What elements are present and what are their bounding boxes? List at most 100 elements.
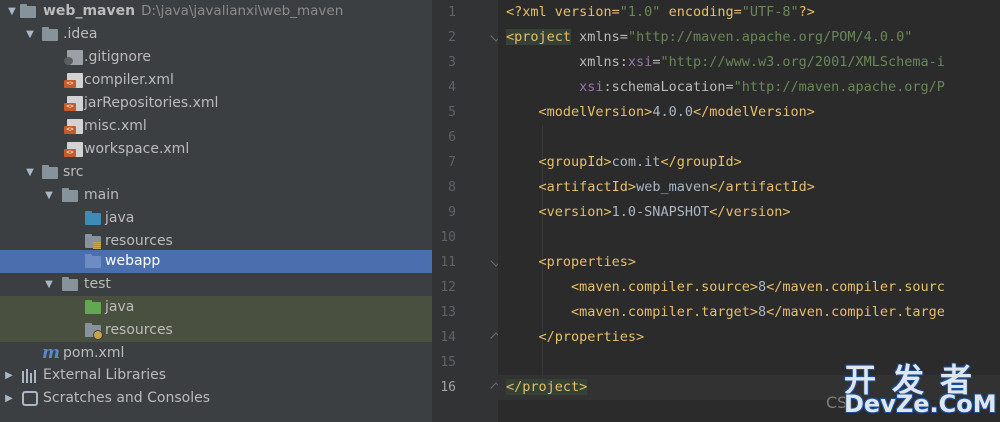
module-path: D:\java\javalianxi\web_maven	[141, 3, 344, 19]
line-number: 11	[440, 255, 456, 270]
code-token: :schemaLocation=	[603, 79, 734, 95]
code-token: </project>	[506, 379, 588, 395]
gitignore-file-icon	[64, 50, 83, 65]
test-source-folder-icon	[85, 300, 101, 315]
code-token: 8	[757, 279, 767, 295]
code-line[interactable]: xmlns:xsi="http://www.w3.org/2001/XMLSch…	[498, 50, 1000, 75]
code-token: </modelVersion>	[692, 104, 815, 120]
tree-item-test-java[interactable]: java	[0, 296, 432, 319]
test-resources-folder-icon	[85, 323, 103, 340]
code-line[interactable]	[498, 125, 1000, 150]
code-token: </properties>	[538, 329, 645, 345]
tree-item-web-maven[interactable]: ▼ web_maven D:\java\javalianxi\web_maven	[0, 0, 432, 23]
code-line[interactable]: <properties>	[498, 250, 1000, 275]
code-token: 1.0-SNAPSHOT	[611, 204, 710, 220]
chevron-down-icon[interactable]: ▼	[43, 184, 55, 207]
module-folder-icon	[20, 4, 36, 19]
code-token: "http://maven.apache.org/P	[733, 79, 945, 95]
code-token: web_maven	[636, 179, 710, 195]
code-token: xsi	[627, 54, 653, 70]
xml-file-icon: <>	[64, 119, 83, 134]
code-token: <maven.compiler.source>	[571, 279, 758, 295]
folder-icon	[85, 254, 101, 269]
tree-item-label: test	[84, 276, 111, 292]
code-line[interactable]	[498, 225, 1000, 250]
line-number: 9	[448, 205, 456, 220]
line-number: 10	[440, 230, 456, 245]
tree-item-idea[interactable]: ▼ .idea	[0, 23, 432, 46]
chevron-down-icon[interactable]: ▼	[24, 161, 36, 184]
code-token: <?xml version=	[506, 4, 620, 20]
code-line[interactable]: </properties>	[498, 325, 1000, 350]
tree-item-label: pom.xml	[63, 345, 125, 361]
tree-item-main-java[interactable]: java	[0, 207, 432, 230]
code-token: <maven.compiler.target>	[571, 304, 758, 320]
line-number: 14	[440, 330, 456, 345]
tree-item-external-libraries[interactable]: ▶ External Libraries	[0, 364, 432, 387]
project-tree-panel: ▼ web_maven D:\java\javalianxi\web_maven …	[0, 0, 432, 422]
code-token: 8	[757, 304, 767, 320]
code-line[interactable]: <version>1.0-SNAPSHOT</version>	[498, 200, 1000, 225]
tree-item-label: java	[105, 210, 135, 226]
tree-item-scratches[interactable]: ▶ Scratches and Consoles	[0, 387, 432, 410]
line-number: 5	[448, 105, 456, 120]
library-icon	[22, 368, 38, 383]
code-line[interactable]: <maven.compiler.target>8</maven.compiler…	[498, 300, 1000, 325]
chevron-down-icon[interactable]: ▼	[24, 23, 36, 46]
source-folder-icon	[85, 211, 101, 226]
line-number: 4	[448, 80, 456, 95]
folder-icon	[62, 188, 78, 203]
chevron-right-icon[interactable]: ▶	[3, 364, 15, 387]
code-token: com.it	[611, 154, 661, 170]
code-token: <version>	[538, 204, 612, 220]
line-number: 1	[448, 5, 456, 20]
tree-item-workspace-xml[interactable]: <> workspace.xml	[0, 138, 432, 161]
tree-item-misc-xml[interactable]: <> misc.xml	[0, 115, 432, 138]
editor-gutter[interactable]: 1 2 3 4 5 6 7 8 9 10 11 12 13 14 15 16	[432, 0, 502, 422]
tree-item-gitignore[interactable]: .gitignore	[0, 46, 432, 69]
tree-item-src[interactable]: ▼ src	[0, 161, 432, 184]
tree-item-label: .gitignore	[84, 49, 151, 65]
line-number: 12	[440, 280, 456, 295]
tree-item-main[interactable]: ▼ main	[0, 184, 432, 207]
tree-item-jarrepositories-xml[interactable]: <> jarRepositories.xml	[0, 92, 432, 115]
tree-item-webapp[interactable]: webapp	[0, 250, 432, 273]
code-token: 4.0.0	[652, 104, 693, 120]
folder-icon	[42, 27, 58, 42]
code-token: xmlns:	[506, 54, 628, 70]
tree-item-label: workspace.xml	[84, 141, 190, 157]
chevron-down-icon[interactable]: ▼	[43, 273, 55, 296]
code-token: <project	[506, 29, 572, 45]
code-line[interactable]: <artifactId>web_maven</artifactId>	[498, 175, 1000, 200]
tree-item-label: resources	[105, 322, 173, 338]
code-line[interactable]: <project xmlns="http://maven.apache.org/…	[498, 25, 1000, 50]
tree-item-test[interactable]: ▼ test	[0, 273, 432, 296]
chevron-down-icon[interactable]: ▼	[6, 0, 18, 23]
code-line[interactable]: xsi:schemaLocation="http://maven.apache.…	[498, 75, 1000, 100]
tree-item-label: java	[105, 299, 135, 315]
code-line[interactable]: <?xml version="1.0" encoding="UTF-8"?>	[498, 0, 1000, 25]
tree-item-pom-xml[interactable]: m pom.xml	[0, 342, 432, 365]
resources-folder-icon	[85, 234, 101, 249]
line-number: 8	[448, 180, 456, 195]
code-line[interactable]: <modelVersion>4.0.0</modelVersion>	[498, 100, 1000, 125]
code-token: "1.0"	[619, 4, 661, 20]
module-name: web_maven	[43, 3, 136, 19]
tree-item-compiler-xml[interactable]: <> compiler.xml	[0, 69, 432, 92]
code-line[interactable]: <groupId>com.it</groupId>	[498, 150, 1000, 175]
folder-icon	[62, 277, 78, 292]
code-token: </groupId>	[660, 154, 742, 170]
code-token: <groupId>	[538, 154, 612, 170]
line-number: 13	[440, 305, 456, 320]
tree-item-test-resources[interactable]: resources	[0, 319, 432, 342]
chevron-right-icon[interactable]: ▶	[3, 387, 15, 410]
line-number: 7	[448, 155, 456, 170]
line-number: 3	[448, 55, 456, 70]
tree-item-label: webapp	[105, 253, 161, 269]
code-line[interactable]: <maven.compiler.source>8</maven.compiler…	[498, 275, 1000, 300]
